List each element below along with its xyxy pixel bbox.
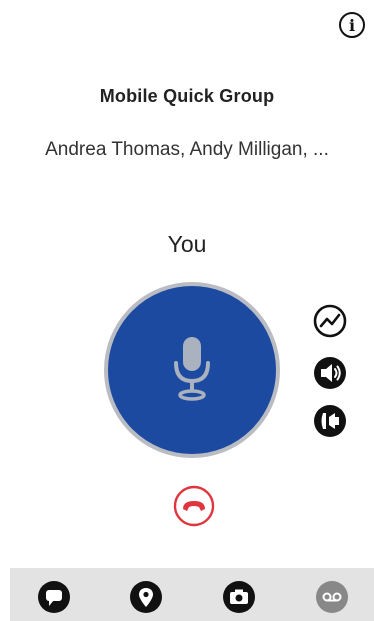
hangup-button[interactable]	[172, 484, 216, 528]
voicemail-icon	[316, 581, 348, 613]
info-glyph: i	[348, 15, 356, 35]
location-icon	[130, 581, 162, 613]
earpiece-button[interactable]	[313, 404, 347, 438]
speaker-icon	[314, 357, 346, 389]
message-tab[interactable]	[37, 580, 71, 614]
group-name: Mobile Quick Group	[99, 86, 275, 106]
activity-icon	[313, 304, 347, 338]
group-members: Andrea Thomas, Andy Milligan, ...	[45, 139, 329, 160]
voicemail-tab[interactable]	[315, 580, 349, 614]
current-speaker: You	[167, 231, 207, 257]
info-icon[interactable]: i	[339, 12, 365, 38]
bottom-toolbar	[10, 568, 374, 621]
activity-button[interactable]	[313, 304, 347, 338]
location-tab[interactable]	[129, 580, 163, 614]
camera-icon	[223, 581, 255, 613]
microphone-icon	[174, 337, 210, 401]
speaker-button[interactable]	[313, 356, 347, 390]
call-screen: i Mobile Quick Group Andrea Thomas, Andy…	[0, 0, 374, 621]
earpiece-icon	[314, 405, 346, 437]
message-icon	[38, 581, 70, 613]
hangup-icon	[173, 485, 215, 527]
camera-tab[interactable]	[222, 580, 256, 614]
push-to-talk-button[interactable]	[104, 282, 280, 458]
